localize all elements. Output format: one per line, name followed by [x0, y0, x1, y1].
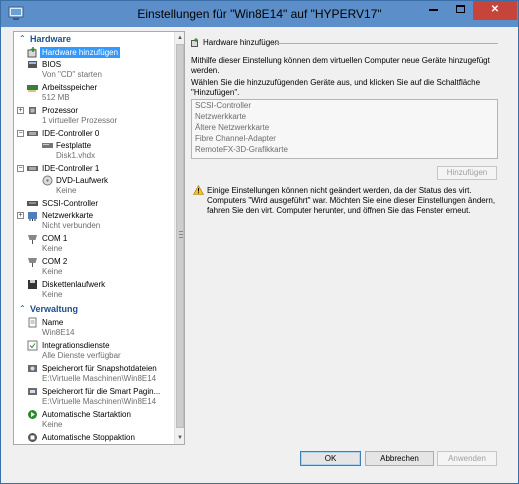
add-hardware-icon [27, 47, 37, 58]
ok-button[interactable]: OK [300, 451, 361, 466]
tree-item-detail: Keine [42, 420, 63, 429]
dvd-drive-icon [42, 175, 53, 186]
dialog-button-bar: OK Abbrechen Anwenden [9, 449, 511, 477]
com-port-icon [28, 235, 37, 244]
tree-item-label: Automatische Stoppaktion [42, 433, 135, 442]
dialog-client: ⌃ Hardware Hardware hinzufügen BIOS Von … [9, 27, 511, 477]
add-button[interactable]: Hinzufügen [437, 166, 497, 180]
hardware-header-label: Hardware [30, 34, 72, 44]
tree-item-label: IDE-Controller 1 [42, 164, 100, 173]
warning-icon [193, 185, 204, 195]
add-hardware-icon [191, 38, 198, 47]
tree-item-detail: Keine [42, 290, 63, 299]
tree-item-label: SCSI-Controller [42, 199, 99, 208]
title-bar[interactable]: Einstellungen für "Win8E14" auf "HYPERV1… [1, 1, 518, 27]
tree-item-detail: 512 MB [42, 93, 70, 102]
close-icon: ✕ [490, 4, 500, 15]
tree-item-label: Speicherort für die Smart Pagin... [42, 387, 161, 396]
pane-intro-text: Mithilfe dieser Einstellung können dem v… [191, 56, 490, 75]
hardware-section-header[interactable]: ⌃ Hardware [16, 34, 174, 46]
tree-item-label: BIOS [42, 60, 62, 69]
expand-plus-icon[interactable]: + [17, 212, 24, 219]
apply-button[interactable]: Anwenden [437, 451, 497, 466]
tree-item-label: Automatische Startaktion [42, 410, 131, 419]
collapse-chevron-icon: ⌃ [19, 304, 26, 313]
tree-item-detail: Win8E14 [42, 328, 75, 337]
tree-item-detail: E:\Virtuelle Maschinen\Win8E14 [42, 374, 157, 383]
bios-icon [28, 61, 37, 68]
tree-item-label: COM 1 [42, 234, 68, 243]
cancel-button[interactable]: Abbrechen [365, 451, 434, 466]
tree-item-detail: Disk1.vhdx [56, 151, 96, 160]
collapse-minus-icon[interactable]: − [17, 165, 24, 172]
tree-item-label: Name [42, 318, 64, 327]
minimize-button[interactable] [420, 1, 447, 20]
com-port-icon [28, 258, 37, 267]
tree-item-label: IDE-Controller 0 [42, 129, 100, 138]
minimize-icon [429, 9, 438, 12]
expand-plus-icon[interactable]: + [17, 107, 24, 114]
tree-item-label: Netzwerkkarte [42, 211, 94, 220]
tree-item-label: Speicherort für Snapshotdateien [42, 364, 157, 373]
close-button[interactable]: ✕ [473, 1, 517, 20]
floppy-drive-icon [28, 280, 37, 289]
auto-stop-icon [28, 433, 37, 442]
section-divider [273, 43, 498, 44]
tree-item-label: Integrationsdienste [42, 341, 110, 350]
device-listbox[interactable]: SCSI-Controller Netzwerkkarte Ältere Net… [191, 99, 498, 159]
settings-window: Einstellungen für "Win8E14" auf "HYPERV1… [0, 0, 519, 484]
tree-item-label: Prozessor [42, 106, 79, 115]
tree-item-detail: Keine [56, 186, 77, 195]
tree-item-label: COM 2 [42, 257, 68, 266]
maximize-icon [455, 5, 465, 14]
maximize-button[interactable] [447, 1, 473, 20]
scrollbar-grip-icon [179, 231, 183, 238]
auto-start-icon [28, 410, 37, 419]
management-section-header[interactable]: ⌃ Verwaltung [16, 304, 174, 316]
ide-controller-icon [27, 131, 38, 136]
list-item[interactable]: Fibre Channel-Adapter [195, 134, 276, 144]
list-item[interactable]: RemoteFX-3D-Grafikkarte [195, 145, 288, 155]
name-icon [28, 317, 37, 328]
processor-icon [29, 107, 36, 114]
tree-item-detail: Alle Dienste verfügbar [42, 351, 121, 360]
collapse-minus-icon[interactable]: − [17, 130, 24, 137]
integration-services-icon [27, 340, 38, 351]
scsi-controller-icon [27, 201, 38, 206]
tree-item-label: DVD-Laufwerk [56, 176, 109, 185]
warning-text: Einige Einstellungen können nicht geände… [207, 186, 496, 215]
tree-item-detail: 1 virtueller Prozessor [42, 116, 118, 125]
tree-item-detail: Von "CD" starten [42, 70, 102, 79]
pane-instruction-text: Wählen Sie die hinzuzufügenden Geräte au… [191, 78, 481, 97]
tree-item-label: Diskettenlaufwerk [42, 280, 106, 289]
scroll-up-icon[interactable]: ▲ [176, 34, 184, 42]
snapshot-location-icon [28, 365, 37, 372]
scroll-down-icon[interactable]: ▼ [176, 434, 184, 442]
hard-disk-icon [42, 143, 53, 148]
settings-tree: ⌃ Hardware Hardware hinzufügen BIOS Von … [13, 31, 185, 445]
tree-item-detail: E:\Virtuelle Maschinen\Win8E14 [42, 397, 157, 406]
tree-item-label: Festplatte [56, 141, 92, 150]
collapse-chevron-icon: ⌃ [19, 34, 26, 43]
list-item[interactable]: SCSI-Controller [195, 101, 251, 111]
tree-scrollbar[interactable]: ▲ ▼ [174, 32, 184, 444]
list-item[interactable]: Ältere Netzwerkkarte [195, 123, 269, 133]
memory-icon [27, 85, 38, 92]
pane-section-title: Hardware hinzufügen [203, 38, 280, 47]
tree-item-detail: Keine [42, 244, 63, 253]
scrollbar-thumb[interactable] [176, 44, 184, 428]
ide-controller-icon [27, 166, 38, 171]
tree-item-label: Hardware hinzufügen [40, 47, 121, 58]
network-adapter-icon [28, 212, 37, 221]
settings-tree-content: ⌃ Hardware Hardware hinzufügen BIOS Von … [14, 32, 174, 444]
tree-item-label: Arbeitsspeicher [42, 83, 98, 92]
tree-item-detail: Keine [42, 267, 63, 276]
smart-paging-location-icon [28, 388, 37, 395]
list-item[interactable]: Netzwerkkarte [195, 112, 246, 122]
tree-item-detail: Nicht verbunden [42, 221, 101, 230]
management-header-label: Verwaltung [30, 304, 79, 314]
